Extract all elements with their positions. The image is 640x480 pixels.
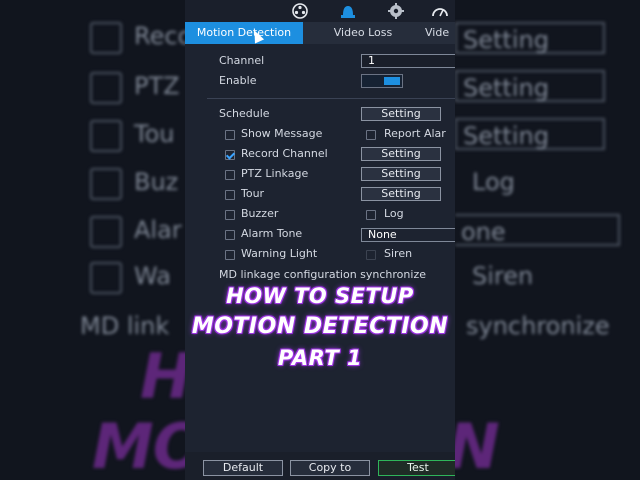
bg-setting-button: Setting	[455, 22, 605, 54]
buzzer-checkbox[interactable]	[225, 210, 235, 220]
record-channel-label: Record Channel	[241, 147, 328, 160]
alarm-tone-label: Alarm Tone	[241, 227, 303, 240]
siren-alarm-icon[interactable]	[339, 3, 357, 19]
motion-detection-panel: Motion Detection Video Loss Vide Channel…	[185, 0, 455, 480]
tab-video-other[interactable]: Vide	[425, 22, 455, 44]
enable-label: Enable	[219, 74, 257, 87]
alarm-tone-select[interactable]: None	[361, 228, 455, 242]
bg-checkbox	[90, 216, 122, 248]
tab-strip: Motion Detection Video Loss Vide	[185, 22, 455, 44]
icon-bar	[185, 0, 455, 22]
default-button[interactable]: Default	[203, 460, 283, 476]
show-message-checkbox[interactable]	[225, 130, 235, 140]
ptz-linkage-label: PTZ Linkage	[241, 167, 309, 180]
channel-select[interactable]: 1	[361, 54, 455, 68]
tab-video-loss[interactable]: Video Loss	[315, 22, 411, 44]
enable-toggle[interactable]	[361, 74, 403, 88]
copy-to-button[interactable]: Copy to	[290, 460, 370, 476]
bg-label: Reco	[134, 22, 193, 50]
siren-checkbox[interactable]	[366, 250, 376, 260]
record-channel-setting-button[interactable]: Setting	[361, 147, 441, 161]
warning-light-checkbox[interactable]	[225, 250, 235, 260]
channel-label: Channel	[219, 54, 265, 67]
ptz-linkage-setting-button[interactable]: Setting	[361, 167, 441, 181]
alarm-tone-checkbox[interactable]	[225, 230, 235, 240]
bg-label: Alar	[134, 216, 182, 244]
schedule-label: Schedule	[219, 107, 270, 120]
siren-label: Siren	[384, 247, 413, 260]
overlay-title-line-2: MOTION DETECTION	[191, 314, 449, 339]
network-gear-icon[interactable]	[387, 3, 405, 19]
bottom-button-bar: Default Copy to Test	[185, 452, 455, 480]
warning-light-label: Warning Light	[241, 247, 318, 260]
film-reel-icon[interactable]	[291, 3, 309, 19]
ptz-linkage-checkbox[interactable]	[225, 170, 235, 180]
schedule-setting-button[interactable]: Setting	[361, 107, 441, 121]
buzzer-label: Buzzer	[241, 207, 279, 220]
divider	[207, 98, 455, 99]
report-alarm-label: Report Alar	[384, 127, 446, 140]
tour-label: Tour	[241, 187, 265, 200]
bg-checkbox	[90, 120, 122, 152]
md-sync-text: MD linkage configuration synchronize	[219, 268, 426, 281]
gauge-icon[interactable]	[431, 3, 449, 19]
tour-checkbox[interactable]	[225, 190, 235, 200]
record-channel-checkbox[interactable]	[225, 150, 235, 160]
bg-checkbox	[90, 72, 122, 104]
bg-checkbox	[90, 168, 122, 200]
log-checkbox[interactable]	[366, 210, 376, 220]
show-message-label: Show Message	[241, 127, 323, 140]
overlay-title-line-1: HOW TO SETUP	[226, 284, 414, 308]
bg-log-text: Log	[472, 168, 515, 196]
test-button[interactable]: Test	[378, 460, 455, 476]
overlay-title-line-3: PART 1	[277, 346, 363, 370]
report-alarm-checkbox[interactable]	[366, 130, 376, 140]
bg-label: PTZ	[134, 72, 180, 100]
log-label: Log	[384, 207, 404, 220]
bg-label: Buz	[134, 168, 179, 196]
bg-checkbox	[90, 22, 122, 54]
bg-select: one	[455, 214, 620, 246]
bg-label: Tou	[134, 120, 175, 148]
tour-setting-button[interactable]: Setting	[361, 187, 441, 201]
bg-setting-button: Setting	[455, 70, 605, 102]
bg-setting-button: Setting	[455, 118, 605, 150]
tab-motion-detection[interactable]: Motion Detection	[185, 22, 303, 44]
